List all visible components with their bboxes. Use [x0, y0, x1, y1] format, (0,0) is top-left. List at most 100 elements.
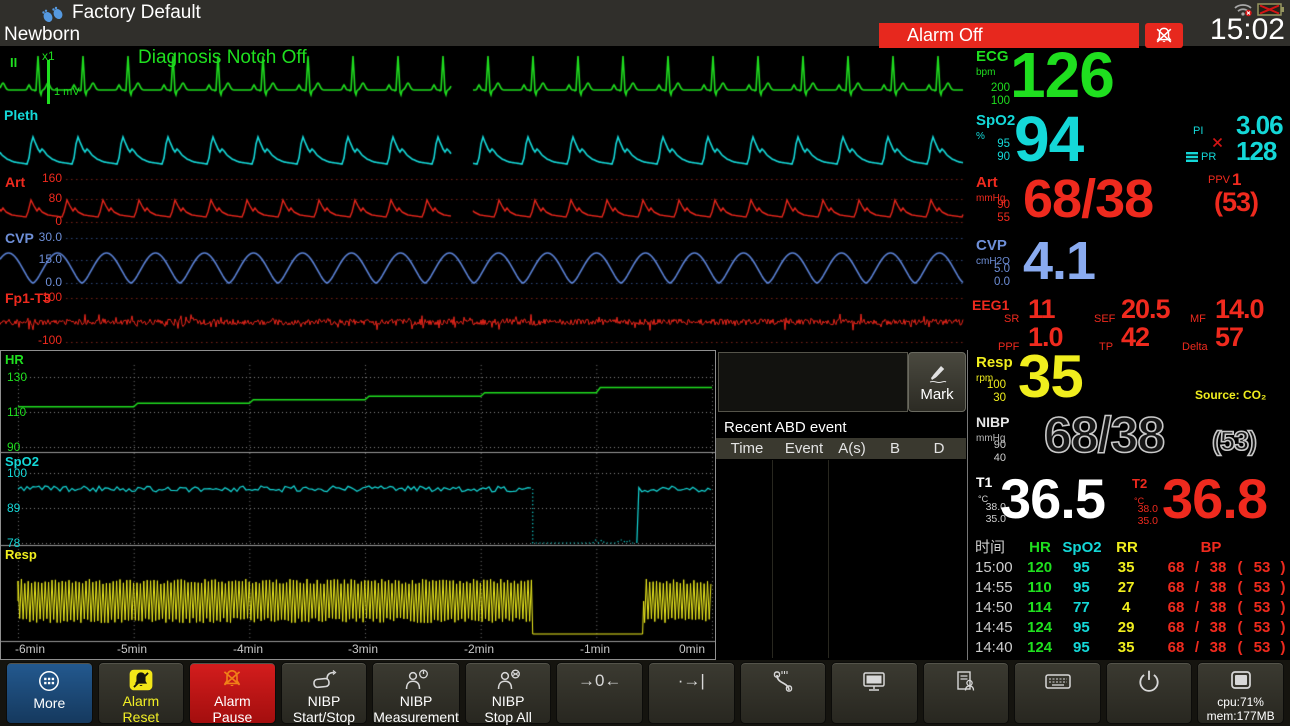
- ppv-label: PPV: [1208, 174, 1230, 186]
- toolbar-button-display[interactable]: [831, 662, 918, 724]
- pr-value: 128: [1236, 136, 1276, 167]
- cvp-scale-high: 30.0: [28, 231, 62, 244]
- cvp-label: CVP: [976, 237, 1007, 254]
- eeg1-sr-label: SR: [1004, 313, 1019, 325]
- eeg1-label: EEG1: [972, 297, 1009, 313]
- button-label: Alarm: [123, 693, 160, 709]
- trend-hr-tick-110: 110: [7, 405, 26, 419]
- cvp-limit-low: 0.0: [976, 276, 1010, 289]
- abd-event-title: Recent ABD event: [724, 419, 847, 436]
- hr-value: 126: [1010, 38, 1114, 112]
- cell-hr: 120: [1021, 558, 1059, 578]
- spo2-limit-high: 95: [980, 138, 1010, 151]
- col-rr: RR: [1105, 538, 1149, 558]
- quick-key-toolbar: More Alarm Reset Alarm Pause: [0, 660, 1290, 726]
- keyboard-icon: [1043, 667, 1073, 695]
- table-row: 15:00 120 95 35 68/38(53): [968, 558, 1290, 578]
- toolbar-button-alarm-reset[interactable]: Alarm Reset: [98, 662, 185, 724]
- table-row: 14:50 114 77 4 68/38(53): [968, 598, 1290, 618]
- toolbar-button-nibp-start-stop[interactable]: NIBP Start/Stop: [281, 662, 368, 724]
- table-row: 14:40 124 95 35 68/38(53): [968, 638, 1290, 658]
- ecg-1mv-scale-bar: [47, 60, 50, 104]
- mem-usage: mem:177MB: [1207, 709, 1275, 723]
- trend-hr-tick-90: 90: [7, 440, 20, 454]
- cpu-usage: cpu:71%: [1217, 695, 1264, 709]
- eeg1-sef-label: SEF: [1094, 313, 1115, 325]
- toolbar-button-nibp-vent[interactable]: [740, 662, 827, 724]
- toolbar-button-alarm-pause[interactable]: Alarm Pause: [189, 662, 276, 724]
- trend-x-label: -6min: [15, 642, 45, 656]
- toolbar-button-nibp-measurement[interactable]: NIBP Measurement: [372, 662, 460, 724]
- art-map-value: (53): [1214, 187, 1258, 218]
- toolbar-button-power[interactable]: [1106, 662, 1193, 724]
- patient-category-icon: [40, 6, 66, 24]
- pi-label: PI: [1193, 125, 1203, 137]
- abd-col-d: D: [916, 438, 962, 459]
- button-label: Stop All: [484, 709, 531, 725]
- resp-source: Source: CO₂: [1195, 388, 1266, 402]
- waveforms-canvas: [0, 46, 968, 350]
- t2-label: T2: [1132, 476, 1147, 491]
- profile-name[interactable]: Factory Default: [72, 2, 201, 24]
- cell-time: 14:55: [968, 578, 1021, 598]
- resp-limit-high: 100: [976, 379, 1006, 392]
- art-scale-high: 160: [36, 172, 62, 185]
- cell-spo2: 95: [1059, 618, 1105, 638]
- cell-time: 15:00: [968, 558, 1021, 578]
- cell-time: 14:40: [968, 638, 1021, 658]
- cell-bp: 68/38(53): [1162, 598, 1290, 618]
- toolbar-button-nibp-stop-all[interactable]: NIBP Stop All: [465, 662, 552, 724]
- event-panel: Mark Recent ABD event Time Event A(s) B …: [716, 350, 968, 660]
- mark-button[interactable]: Mark: [908, 352, 966, 412]
- alarm-reset-icon: [128, 667, 154, 693]
- display-icon: [860, 667, 888, 695]
- toolbar-button-zero[interactable]: →0←: [556, 662, 643, 724]
- nibp-cuff-icon: [310, 667, 338, 693]
- art-value: 68/38: [1023, 168, 1153, 230]
- cell-rr: 4: [1104, 598, 1148, 618]
- cvp-scale-low: 0.0: [28, 276, 62, 289]
- mark-button-label: Mark: [920, 386, 953, 403]
- abd-column-divider: [828, 460, 829, 658]
- table-row: 14:55 110 95 27 68/38(53): [968, 578, 1290, 598]
- pr-alarm-off-icon: [1212, 137, 1223, 148]
- toolbar-button-keyboard[interactable]: [1014, 662, 1101, 724]
- art-scale-mid: 80: [36, 192, 62, 205]
- power-icon: [1136, 667, 1162, 695]
- patient-monitor-screen: Factory Default Newborn Alarm Off: [0, 0, 1290, 726]
- alarm-off-bell-icon[interactable]: [1145, 23, 1183, 48]
- cell-bp: 68/38(53): [1162, 558, 1290, 578]
- cell-hr: 114: [1021, 598, 1059, 618]
- waveform-area[interactable]: II x1 1 mV Diagnosis Notch Off Pleth Art…: [0, 46, 968, 350]
- abd-event-table-header: Time Event A(s) B D: [716, 438, 966, 459]
- ecg-unit: bpm: [976, 67, 995, 78]
- minitrend-panel[interactable]: HR 130 110 90 SpO2 100 89 78 Resp -6min …: [0, 350, 716, 660]
- abd-col-a: A(s): [830, 438, 874, 459]
- trend-x-label: 0min: [679, 642, 705, 656]
- trend-x-label: -4min: [233, 642, 263, 656]
- eeg1-tp-label: TP: [1099, 341, 1113, 353]
- toolbar-button-patient-record[interactable]: [923, 662, 1010, 724]
- eeg-scale-low: -100: [26, 334, 62, 347]
- mark-comment-box[interactable]: [718, 352, 908, 412]
- trend-resp-label: Resp: [5, 547, 37, 562]
- art-wave-label[interactable]: Art: [5, 174, 25, 190]
- trend-x-label: -1min: [580, 642, 610, 656]
- ecg-lead-label[interactable]: II: [10, 55, 17, 70]
- cell-spo2: 95: [1059, 638, 1105, 658]
- eeg1-sr-value: 11: [1028, 294, 1055, 325]
- cuff-vent-icon: [769, 667, 797, 695]
- pleth-label[interactable]: Pleth: [4, 107, 38, 123]
- tabular-trend-header: 时间 HR SpO2 RR BP: [968, 538, 1290, 558]
- patient-type[interactable]: Newborn: [4, 24, 80, 46]
- arrow-to-bar-icon: ·→|: [678, 667, 705, 695]
- toolbar-button-freeze[interactable]: ·→|: [648, 662, 735, 724]
- cell-rr: 29: [1104, 618, 1148, 638]
- ecg-limit-high: 200: [980, 82, 1010, 95]
- toolbar-button-more[interactable]: More: [6, 662, 93, 724]
- trend-x-label: -3min: [348, 642, 378, 656]
- button-label: Reset: [123, 709, 160, 725]
- toolbar-button-system-status[interactable]: cpu:71% mem:177MB: [1197, 662, 1284, 724]
- trend-x-label: -5min: [117, 642, 147, 656]
- nibp-limit-high: 90: [980, 439, 1006, 452]
